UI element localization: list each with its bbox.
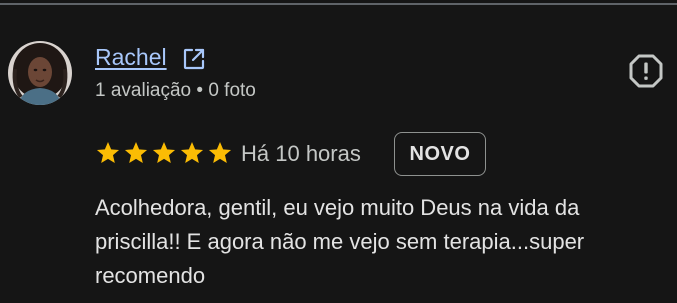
star-icon: [207, 139, 233, 167]
top-divider: [0, 3, 677, 5]
new-badge: NOVO: [394, 132, 486, 176]
review-time: Há 10 horas: [241, 141, 361, 166]
star-icon: [95, 139, 121, 167]
external-link-icon[interactable]: [182, 47, 206, 71]
star-icon: [151, 139, 177, 167]
reviewer-name-link[interactable]: Rachel: [95, 43, 167, 71]
star-rating: [95, 139, 233, 167]
report-flag-icon[interactable]: [628, 53, 664, 89]
review-card: Rachel 1 avaliação • 0 foto Há 10 horas …: [0, 0, 677, 303]
reviewer-avatar[interactable]: [8, 41, 72, 105]
review-text: Acolhedora, gentil, eu vejo muito Deus n…: [95, 195, 585, 288]
star-icon: [123, 139, 149, 167]
star-icon: [179, 139, 205, 167]
reviewer-meta: 1 avaliação • 0 foto: [95, 80, 256, 101]
